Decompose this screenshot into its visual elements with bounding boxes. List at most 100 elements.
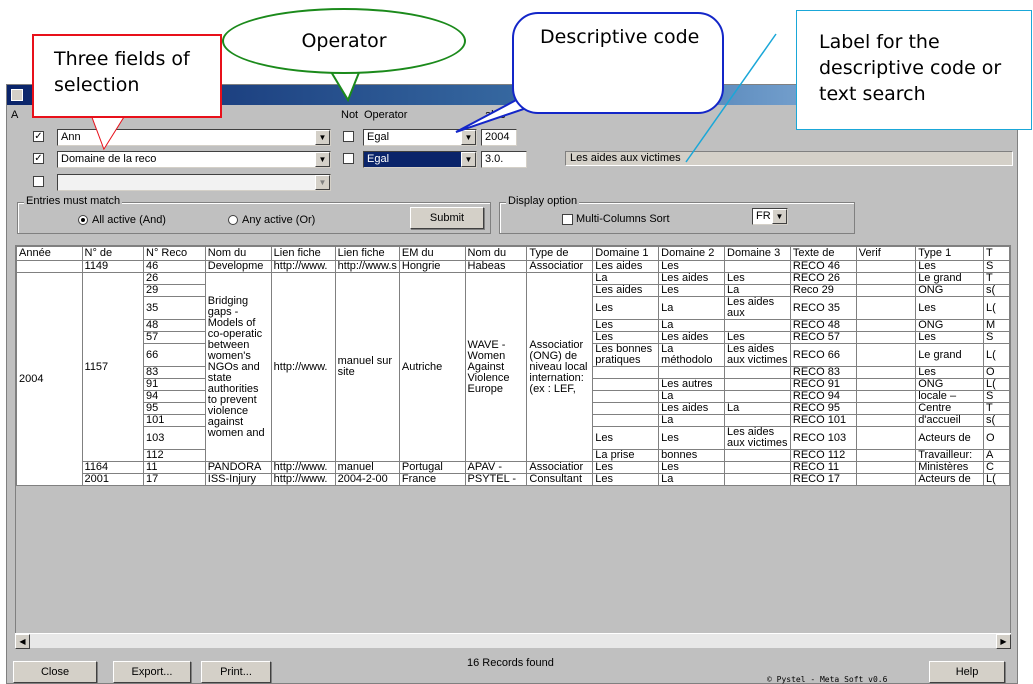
table-cell	[855, 366, 917, 379]
table-cell: L(	[983, 378, 1010, 391]
table-row[interactable]: 2001 17 ISS-Injury http://www. 2004-2-00 Fran…	[17, 473, 1010, 486]
column-header[interactable]: Lien fiche	[334, 246, 400, 261]
language-select[interactable]: FR ▼	[752, 208, 788, 225]
column-header[interactable]: Nom du	[464, 246, 528, 261]
operator-callout: Operator	[222, 8, 466, 74]
table-cell: Les	[592, 473, 660, 486]
column-header[interactable]: N° Reco	[143, 246, 206, 261]
row1-value-input[interactable]: 2004	[481, 129, 517, 146]
table-cell: Les aides	[658, 402, 726, 415]
column-header[interactable]: EM du	[398, 246, 466, 261]
row2-operator-select[interactable]: Egal ▼	[363, 151, 477, 168]
table-cell: La	[724, 284, 791, 297]
column-header[interactable]: Type 1	[915, 246, 985, 261]
column-header[interactable]: Nom du	[204, 246, 272, 261]
table-cell: Acteurs de	[915, 473, 985, 486]
column-header[interactable]: N° de	[81, 246, 145, 261]
display-option-group: Display option Multi-Columns Sort FR ▼	[499, 195, 855, 234]
table-cell: Travailleur:	[915, 449, 985, 462]
results-grid[interactable]: Année N° de N° Reco Nom du Lien fiche Lien fi…	[15, 245, 1011, 647]
close-button[interactable]: Close	[13, 661, 97, 683]
all-active-radio[interactable]: All active (And)	[78, 214, 166, 226]
column-header[interactable]: T	[983, 246, 1010, 261]
table-cell: La	[658, 296, 726, 320]
table-cell: 2004	[16, 272, 83, 486]
checkbox-icon[interactable]	[562, 213, 573, 225]
chevron-down-icon[interactable]: ▼	[315, 130, 330, 145]
table-cell	[724, 473, 791, 486]
multi-columns-sort-checkbox[interactable]: Multi-Columns Sort	[562, 213, 670, 225]
table-row[interactable]: 1149 46 Developme http://www. http://www.s Ho…	[16, 260, 1010, 273]
table-cell: http://www.	[270, 461, 336, 474]
chevron-down-icon[interactable]: ▼	[315, 152, 330, 167]
column-header[interactable]: Type de	[526, 246, 594, 261]
table-cell: Associatior (ONG) de niveau local intern…	[526, 272, 594, 462]
print-button[interactable]: Print...	[201, 661, 271, 683]
scroll-left-icon[interactable]: ◀	[15, 634, 30, 649]
table-cell: La	[658, 473, 726, 486]
table-cell: locale –	[915, 390, 985, 403]
table-cell: France	[398, 473, 466, 486]
submit-button[interactable]: Submit	[410, 207, 484, 229]
row2-active-checkbox[interactable]: ✓	[33, 153, 44, 164]
column-header[interactable]: Domaine 2	[658, 246, 726, 261]
table-cell: Associatior	[526, 260, 594, 273]
radio-selected-icon[interactable]	[78, 215, 88, 226]
export-button[interactable]: Export...	[113, 661, 191, 683]
table-cell: La	[658, 414, 726, 427]
copyright-text: © Pystel - Meta Soft v0.6	[767, 675, 888, 684]
table-cell	[855, 343, 917, 367]
table-cell	[658, 366, 726, 379]
table-cell	[724, 319, 791, 332]
table-cell	[855, 426, 917, 450]
chevron-down-icon[interactable]: ▼	[461, 152, 476, 167]
header-value: alue	[485, 109, 506, 121]
table-cell: Associatior	[526, 461, 594, 474]
table-cell: PSYTEL -	[464, 473, 528, 486]
table-cell: Portugal	[398, 461, 466, 474]
column-header[interactable]: Domaine 3	[724, 246, 791, 261]
row2-field-select[interactable]: Domaine de la reco ▼	[57, 151, 331, 168]
row3-active-checkbox[interactable]	[33, 176, 44, 187]
row1-not-checkbox[interactable]	[343, 131, 354, 142]
chevron-down-icon[interactable]: ▼	[315, 175, 330, 190]
table-row[interactable]: 2004 1157 26 Bridging gaps - Models of co-o…	[16, 272, 1010, 486]
table-cell	[592, 366, 660, 379]
column-header[interactable]: Lien fiche	[270, 246, 336, 261]
column-header[interactable]: Verif	[855, 246, 917, 261]
chevron-down-icon[interactable]: ▼	[461, 130, 476, 145]
radio-icon[interactable]	[228, 215, 238, 226]
table-cell: http://www.s	[334, 260, 400, 273]
table-cell	[855, 272, 917, 285]
scroll-right-icon[interactable]: ▶	[996, 634, 1011, 649]
table-cell: 1164	[81, 461, 145, 474]
table-cell	[855, 319, 917, 332]
column-header[interactable]: Domaine 1	[592, 246, 660, 261]
table-cell: s(	[983, 414, 1010, 427]
table-cell: PANDORA	[204, 461, 272, 474]
column-header[interactable]: Texte de	[789, 246, 857, 261]
row2-value-input[interactable]: 3.0.	[481, 151, 527, 168]
chevron-down-icon[interactable]: ▼	[772, 209, 787, 224]
table-cell: Consultant	[526, 473, 594, 486]
table-cell: Les	[915, 296, 985, 320]
table-cell	[855, 296, 917, 320]
table-cell: M	[983, 319, 1010, 332]
row1-operator-select[interactable]: Egal ▼	[363, 129, 477, 146]
any-active-radio[interactable]: Any active (Or)	[228, 214, 315, 226]
table-cell: 26	[143, 272, 206, 285]
row1-active-checkbox[interactable]: ✓	[33, 131, 44, 142]
table-cell: 17	[143, 473, 206, 486]
table-row[interactable]: 1164 11 PANDORA http://www. manuel Portugal AP…	[17, 461, 1010, 474]
row1-field-select[interactable]: Ann ▼	[57, 129, 331, 146]
row3-field-select[interactable]: ▼	[57, 174, 331, 191]
horizontal-scrollbar[interactable]: ◀ ▶	[15, 633, 1011, 649]
table-cell: A	[983, 449, 1010, 462]
table-cell	[724, 449, 791, 462]
table-cell: 66	[143, 343, 206, 367]
column-header[interactable]: Année	[16, 246, 83, 261]
help-button[interactable]: Help	[929, 661, 1005, 683]
table-cell: Les	[658, 426, 726, 450]
row2-not-checkbox[interactable]	[343, 153, 354, 164]
table-cell: Les	[915, 366, 985, 379]
